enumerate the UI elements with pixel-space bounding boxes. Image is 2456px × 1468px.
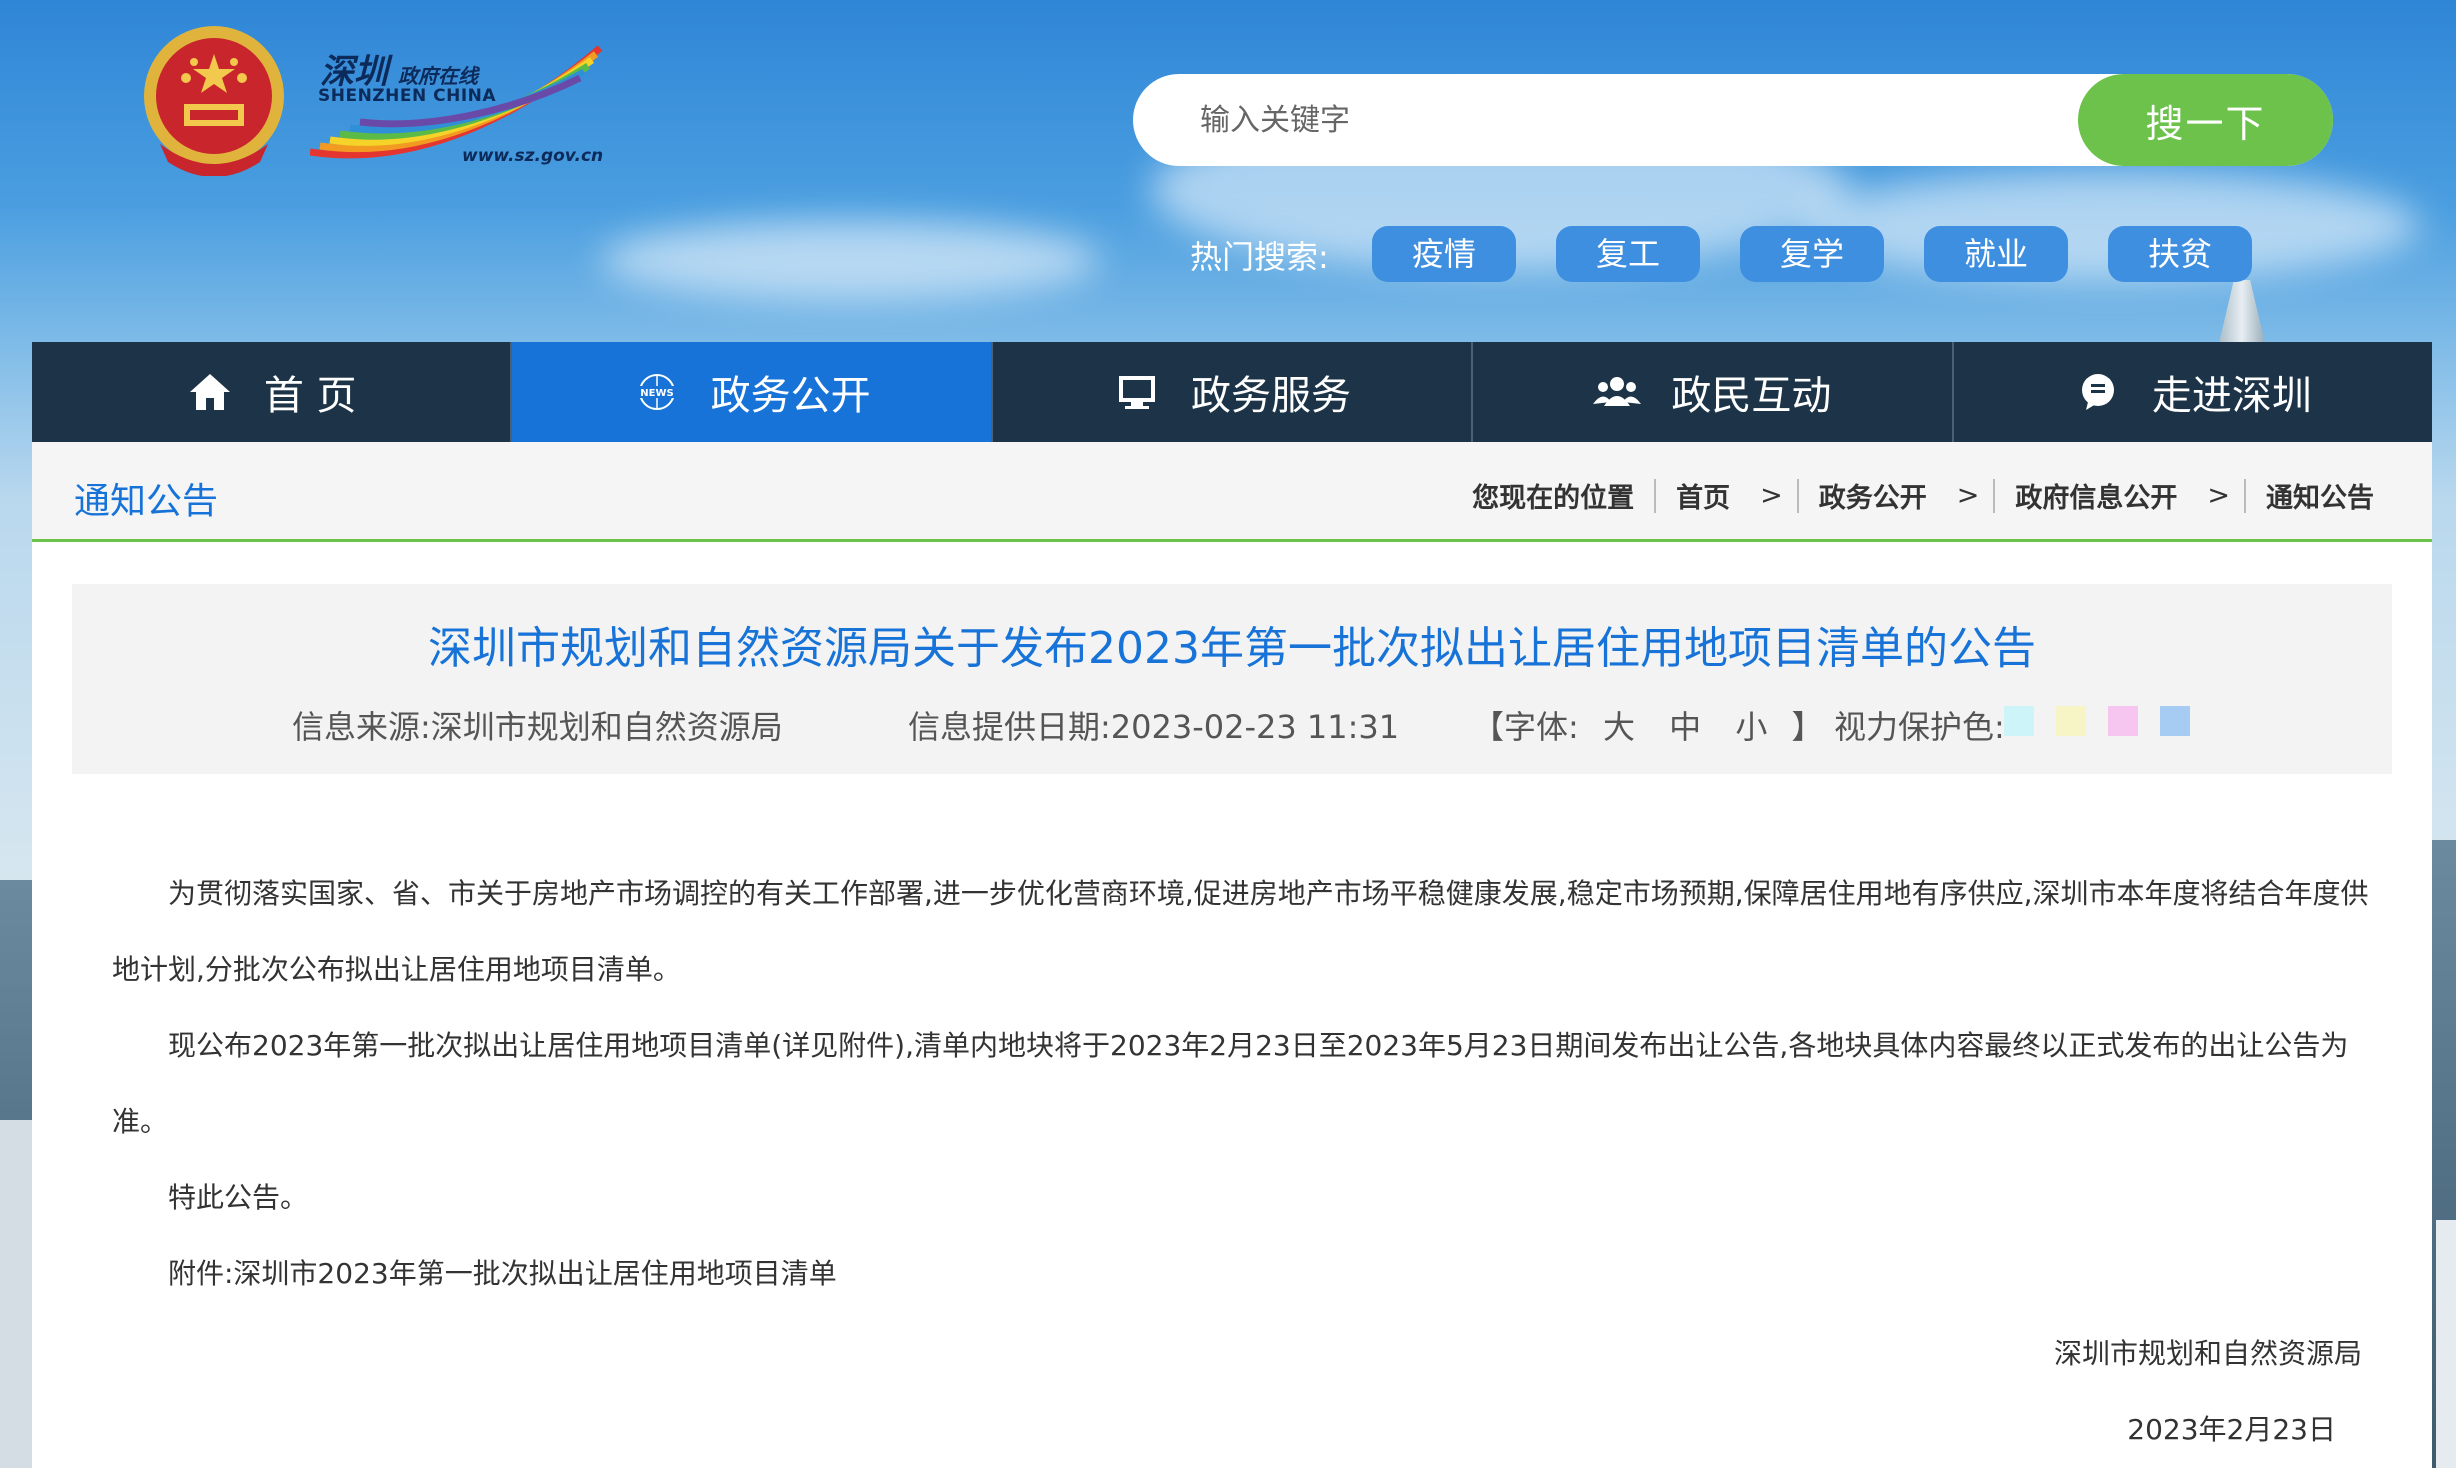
eye-care-label: 视力保护色: xyxy=(1834,708,2005,746)
chat-icon xyxy=(2074,372,2122,412)
hot-search-tag[interactable]: 复学 xyxy=(1740,226,1884,282)
hot-search-tag[interactable]: 扶贫 xyxy=(2108,226,2252,282)
article-attachment-link[interactable]: 附件:深圳市2023年第一批次拟出让居住用地项目清单 xyxy=(112,1236,2392,1312)
logo-url: www.sz.gov.cn xyxy=(462,146,604,166)
breadcrumb-item[interactable]: 首页 xyxy=(1676,476,1730,515)
logo-text-cn-sub: 政府在线 xyxy=(398,64,478,88)
article-date: 信息提供日期:2023-02-23 11:31 xyxy=(908,708,1400,746)
sky-cloud xyxy=(600,220,1100,300)
nav-item-home[interactable]: 首 页 xyxy=(32,342,513,442)
news-icon: NEWS xyxy=(633,372,681,412)
section-title: 通知公告 xyxy=(74,481,219,522)
logo-text-en: SHENZHEN CHINA xyxy=(318,86,497,106)
font-size-medium[interactable]: 中 xyxy=(1669,708,1701,746)
breadcrumb-label: 您现在的位置 xyxy=(1472,483,1635,514)
breadcrumb-item[interactable]: 通知公告 xyxy=(2266,476,2374,515)
eye-care-color-swatch[interactable] xyxy=(2056,706,2086,736)
article-paragraph: 为贯彻落实国家、省、市关于房地产市场调控的有关工作部署,进一步优化营商环境,促进… xyxy=(112,877,2369,986)
breadcrumb-item[interactable]: 政务公开 xyxy=(1819,476,1927,515)
article-source: 信息来源:深圳市规划和自然资源局 xyxy=(292,708,783,746)
nav-item-about-shenzhen[interactable]: 走进深圳 xyxy=(1954,342,2432,442)
content-panel: 通知公告 您现在的位置 首页 > 政务公开 > 政府信息公开 > 通知公告 深圳… xyxy=(32,442,2432,1468)
article-header: 深圳市规划和自然资源局关于发布2023年第一批次拟出让居住用地项目清单的公告 信… xyxy=(72,584,2392,774)
breadcrumb-arrow-icon: > xyxy=(2207,480,2230,511)
search-button[interactable]: 搜一下 xyxy=(2078,74,2333,166)
article-title: 深圳市规划和自然资源局关于发布2023年第一批次拟出让居住用地项目清单的公告 xyxy=(428,623,2036,674)
article-signature: 深圳市规划和自然资源局 xyxy=(2053,1337,2362,1370)
breadcrumb-arrow-icon: > xyxy=(1760,480,1783,511)
font-size-small[interactable]: 小 xyxy=(1735,708,1767,746)
font-size-large[interactable]: 大 xyxy=(1603,708,1635,746)
article-paragraph: 特此公告。 xyxy=(168,1181,309,1214)
nav-item-label: 走进深圳 xyxy=(2151,373,2312,419)
nav-item-label: 政务服务 xyxy=(1191,373,1352,419)
nav-item-gov-services[interactable]: 政务服务 xyxy=(993,342,1474,442)
people-icon xyxy=(1593,372,1642,412)
breadcrumb-divider xyxy=(1993,478,1996,513)
article-signature-date: 2023年2月23日 xyxy=(2127,1413,2336,1446)
svg-text:NEWS: NEWS xyxy=(640,388,673,399)
skyline-building-right xyxy=(2436,1220,2456,1468)
shenzhen-logo[interactable]: 深圳 政府在线 SHENZHEN CHINA www.sz.gov.cn xyxy=(310,40,610,180)
nav-item-label: 政民互动 xyxy=(1671,373,1832,419)
breadcrumb-divider xyxy=(1796,478,1799,513)
eye-care-color-swatch[interactable] xyxy=(2108,706,2138,736)
font-size-bracket-close: 】 xyxy=(1791,708,1824,746)
font-size-bracket-open: 【字体: xyxy=(1472,708,1579,746)
hot-search-tag[interactable]: 就业 xyxy=(1924,226,2068,282)
breadcrumb: 您现在的位置 首页 > 政务公开 > 政府信息公开 > 通知公告 xyxy=(1472,476,2374,515)
breadcrumb-divider xyxy=(1654,478,1657,513)
breadcrumb-arrow-icon: > xyxy=(1956,480,1980,511)
section-header: 通知公告 您现在的位置 首页 > 政务公开 > 政府信息公开 > 通知公告 xyxy=(32,442,2432,542)
article-paragraph: 现公布2023年第一批次拟出让居住用地项目清单(详见附件),清单内地块将于202… xyxy=(112,1029,2349,1138)
monitor-icon xyxy=(1113,372,1161,412)
nav-item-label: 首 页 xyxy=(263,373,357,419)
skyline-building-left xyxy=(0,1120,34,1468)
hot-search-tag[interactable]: 复工 xyxy=(1556,226,1700,282)
font-size-control: 【字体: 大 中 小 】 xyxy=(1472,702,1824,748)
hot-search-label: 热门搜索: xyxy=(1190,238,1329,276)
national-emblem-icon xyxy=(144,26,284,176)
nav-item-gov-affairs[interactable]: NEWS 政务公开 xyxy=(512,342,993,442)
nav-item-interaction[interactable]: 政民互动 xyxy=(1473,342,1954,442)
home-icon xyxy=(186,372,234,412)
nav-item-label: 政务公开 xyxy=(710,373,871,419)
main-nav: 首 页 NEWS 政务公开 政务服务 政民互动 走进深圳 xyxy=(32,342,2432,442)
eye-care-color-swatch[interactable] xyxy=(2004,706,2034,736)
eye-care-color-swatch[interactable] xyxy=(2160,706,2190,736)
hot-search-tag[interactable]: 疫情 xyxy=(1372,226,1516,282)
breadcrumb-item[interactable]: 政府信息公开 xyxy=(2015,476,2177,515)
search-input[interactable] xyxy=(1200,90,2040,150)
breadcrumb-divider xyxy=(2244,478,2246,513)
